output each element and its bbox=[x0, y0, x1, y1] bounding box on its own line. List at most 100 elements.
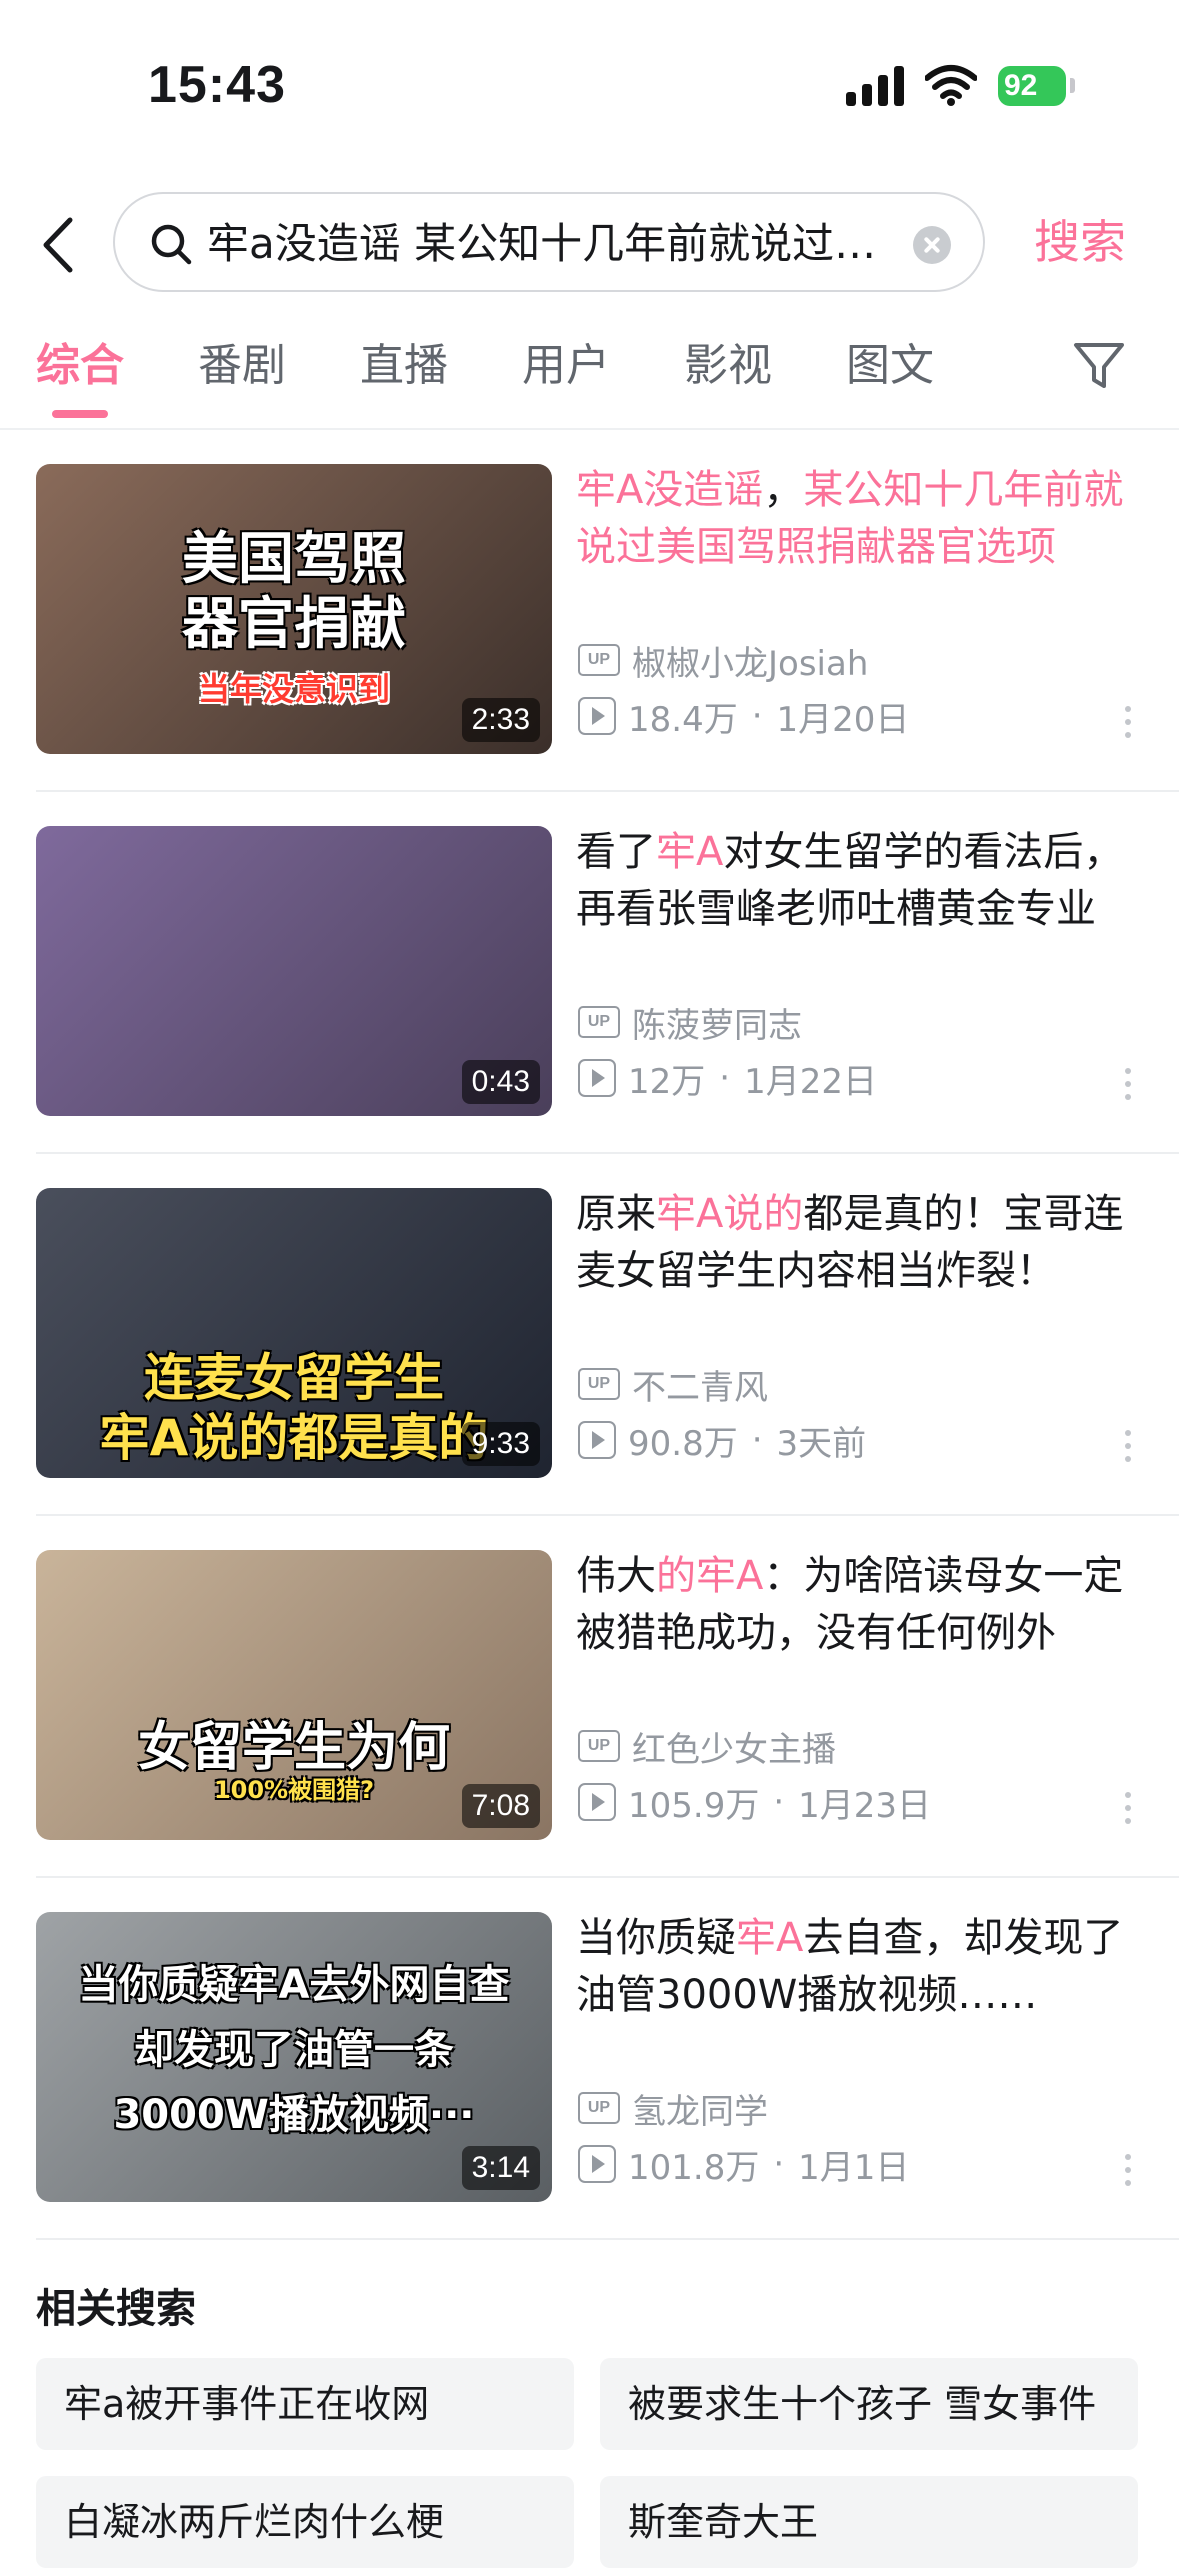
thumbnail-caption: 3000W播放视频··· bbox=[113, 2092, 475, 2138]
search-icon bbox=[151, 224, 192, 265]
uploader-name: 氢龙同学 bbox=[632, 2091, 768, 2132]
up-badge-icon: UP bbox=[578, 2092, 620, 2124]
item-divider bbox=[36, 2238, 1179, 2240]
video-duration: 3:14 bbox=[461, 2146, 540, 2190]
clear-icon[interactable] bbox=[913, 226, 951, 264]
title-highlight: 牢A没造谣 bbox=[576, 467, 764, 513]
status-bar: 15:43 92 bbox=[0, 0, 1179, 170]
title-highlight: 牢A bbox=[736, 1915, 804, 1961]
stats-row: 18.4万 · 1月20日 bbox=[578, 694, 909, 740]
video-duration: 2:33 bbox=[461, 698, 540, 742]
play-count-icon bbox=[578, 1059, 616, 1097]
title-highlight: 牢A bbox=[656, 829, 724, 875]
tab-articles[interactable]: 图文 bbox=[846, 336, 934, 396]
related-search-title: 相关搜索 bbox=[36, 2286, 196, 2332]
up-badge-icon: UP bbox=[578, 644, 620, 676]
more-options-icon[interactable] bbox=[1124, 1792, 1132, 1832]
title-text: 看了 bbox=[576, 829, 656, 875]
tab-all[interactable]: 综合 bbox=[36, 336, 124, 396]
thumbnail-caption: 女留学生为何 bbox=[137, 1718, 450, 1778]
thumbnail-caption: 器官捐献 bbox=[182, 592, 406, 657]
related-search-chip[interactable]: 牢a被开事件正在收网 bbox=[36, 2358, 574, 2450]
title-text: 伟大 bbox=[576, 1553, 656, 1599]
up-badge-icon: UP bbox=[578, 1730, 620, 1762]
video-result-item[interactable]: 当你质疑牢A去外网自查 却发现了油管一条 3000W播放视频··· 3:14 当你质疑牢… bbox=[0, 1878, 1179, 2240]
video-duration: 0:43 bbox=[461, 1060, 540, 1104]
stats-row: 105.9万 · 1月23日 bbox=[578, 1780, 931, 1826]
video-thumbnail[interactable]: 0:43 bbox=[36, 826, 552, 1116]
tab-users[interactable]: 用户 bbox=[522, 336, 610, 396]
video-title[interactable]: 伟大的牢A：为啥陪读母女一定被猎艳成功，没有任何例外 bbox=[576, 1548, 1136, 1662]
view-count: 105.9万 bbox=[628, 1785, 760, 1826]
video-duration: 7:08 bbox=[461, 1784, 540, 1828]
up-badge-icon: UP bbox=[578, 1006, 620, 1038]
stats-row: 90.8万 · 3天前 bbox=[578, 1418, 867, 1464]
video-thumbnail[interactable]: 连麦女留学生 牢A说的都是真的 9:33 bbox=[36, 1188, 552, 1478]
related-search-chip[interactable]: 被要求生十个孩子 雪女事件 bbox=[600, 2358, 1138, 2450]
video-result-item[interactable]: 0:43 看了牢A对女生留学的看法后，再看张雪峰老师吐槽黄金专业 UP 陈菠萝同志 12… bbox=[0, 792, 1179, 1154]
video-result-item[interactable]: 女留学生为何 100%被围猎? 7:08 伟大的牢A：为啥陪读母女一定被猎艳成功，没有… bbox=[0, 1516, 1179, 1878]
stats-row: 101.8万 · 1月1日 bbox=[578, 2142, 910, 2188]
cellular-signal-icon bbox=[846, 66, 904, 106]
video-title[interactable]: 原来牢A说的都是真的！宝哥连麦女留学生内容相当炸裂！ bbox=[576, 1186, 1136, 1300]
title-highlight: 牢A说的 bbox=[656, 1191, 804, 1237]
uploader-name: 椒椒小龙Josiah bbox=[632, 643, 869, 684]
video-title[interactable]: 看了牢A对女生留学的看法后，再看张雪峰老师吐槽黄金专业 bbox=[576, 824, 1136, 938]
uploader-row[interactable]: UP 不二青风 bbox=[578, 1362, 768, 1408]
title-text: 原来 bbox=[576, 1191, 656, 1237]
video-title[interactable]: 牢A没造谣，某公知十几年前就说过美国驾照捐献器官选项 bbox=[576, 462, 1136, 576]
thumbnail-caption: 当你质疑牢A去外网自查 bbox=[78, 1962, 510, 2008]
tab-anime[interactable]: 番剧 bbox=[198, 336, 286, 396]
tab-live[interactable]: 直播 bbox=[360, 336, 448, 396]
title-highlight: 的牢A bbox=[656, 1553, 764, 1599]
publish-date: 3天前 bbox=[776, 1423, 867, 1464]
uploader-name: 不二青风 bbox=[632, 1367, 768, 1408]
more-options-icon[interactable] bbox=[1124, 706, 1132, 746]
related-search-chip[interactable]: 白凝冰两斤烂肉什么梗 bbox=[36, 2476, 574, 2568]
video-thumbnail[interactable]: 美国驾照 器官捐献 当年没意识到 2:33 bbox=[36, 464, 552, 754]
meta-separator: · bbox=[773, 1782, 785, 1822]
meta-separator: · bbox=[751, 696, 763, 736]
more-options-icon[interactable] bbox=[1124, 1068, 1132, 1108]
meta-separator: · bbox=[719, 1058, 731, 1098]
video-result-item[interactable]: 美国驾照 器官捐献 当年没意识到 2:33 牢A没造谣，某公知十几年前就说过美国驾照捐献… bbox=[0, 430, 1179, 792]
battery-tip bbox=[1070, 78, 1075, 93]
meta-separator: · bbox=[773, 2144, 785, 2184]
up-badge-icon: UP bbox=[578, 1368, 620, 1400]
back-icon[interactable] bbox=[38, 216, 78, 274]
title-text: 当你质疑 bbox=[576, 1915, 736, 1961]
more-options-icon[interactable] bbox=[1124, 1430, 1132, 1470]
wifi-icon bbox=[925, 65, 977, 106]
search-button[interactable]: 搜索 bbox=[1034, 212, 1126, 272]
title-text: ， bbox=[763, 467, 804, 513]
related-search-chip[interactable]: 斯奎奇大王 bbox=[600, 2476, 1138, 2568]
uploader-row[interactable]: UP 椒椒小龙Josiah bbox=[578, 638, 869, 684]
search-input[interactable]: 牢a没造谣 某公知十几年前就说过美国驾照捐献器官选项 bbox=[113, 192, 985, 292]
play-count-icon bbox=[578, 697, 616, 735]
battery-icon: 92 bbox=[998, 66, 1066, 106]
search-row: 牢a没造谣 某公知十几年前就说过美国驾照捐献器官选项 搜索 bbox=[0, 190, 1179, 300]
play-count-icon bbox=[578, 1421, 616, 1459]
uploader-row[interactable]: UP 氢龙同学 bbox=[578, 2086, 768, 2132]
related-search-section: 相关搜索 牢a被开事件正在收网 被要求生十个孩子 雪女事件 白凝冰两斤烂肉什么梗… bbox=[0, 2250, 1179, 2568]
publish-date: 1月1日 bbox=[798, 2147, 910, 2188]
uploader-name: 红色少女主播 bbox=[632, 1729, 836, 1770]
video-thumbnail[interactable]: 女留学生为何 100%被围猎? 7:08 bbox=[36, 1550, 552, 1840]
video-thumbnail[interactable]: 当你质疑牢A去外网自查 却发现了油管一条 3000W播放视频··· 3:14 bbox=[36, 1912, 552, 2202]
video-title[interactable]: 当你质疑牢A去自查，却发现了油管3000W播放视频…… bbox=[576, 1910, 1136, 2024]
view-count: 18.4万 bbox=[628, 699, 738, 740]
more-options-icon[interactable] bbox=[1124, 2154, 1132, 2194]
status-time: 15:43 bbox=[148, 56, 286, 114]
uploader-row[interactable]: UP 红色少女主播 bbox=[578, 1724, 836, 1770]
video-duration: 9:33 bbox=[461, 1422, 540, 1466]
stats-row: 12万 · 1月22日 bbox=[578, 1056, 877, 1102]
view-count: 90.8万 bbox=[628, 1423, 738, 1464]
tab-movies[interactable]: 影视 bbox=[684, 336, 772, 396]
view-count: 101.8万 bbox=[628, 2147, 760, 2188]
tab-bar: 综合 番剧 直播 用户 影视 图文 bbox=[0, 330, 1179, 430]
tab-active-indicator bbox=[52, 410, 108, 418]
filter-icon[interactable] bbox=[1072, 340, 1126, 392]
search-query-text[interactable]: 牢a没造谣 某公知十几年前就说过美国驾照捐献器官选项 bbox=[207, 216, 907, 272]
video-result-item[interactable]: 连麦女留学生 牢A说的都是真的 9:33 原来牢A说的都是真的！宝哥连麦女留学生内容相… bbox=[0, 1154, 1179, 1516]
uploader-row[interactable]: UP 陈菠萝同志 bbox=[578, 1000, 802, 1046]
